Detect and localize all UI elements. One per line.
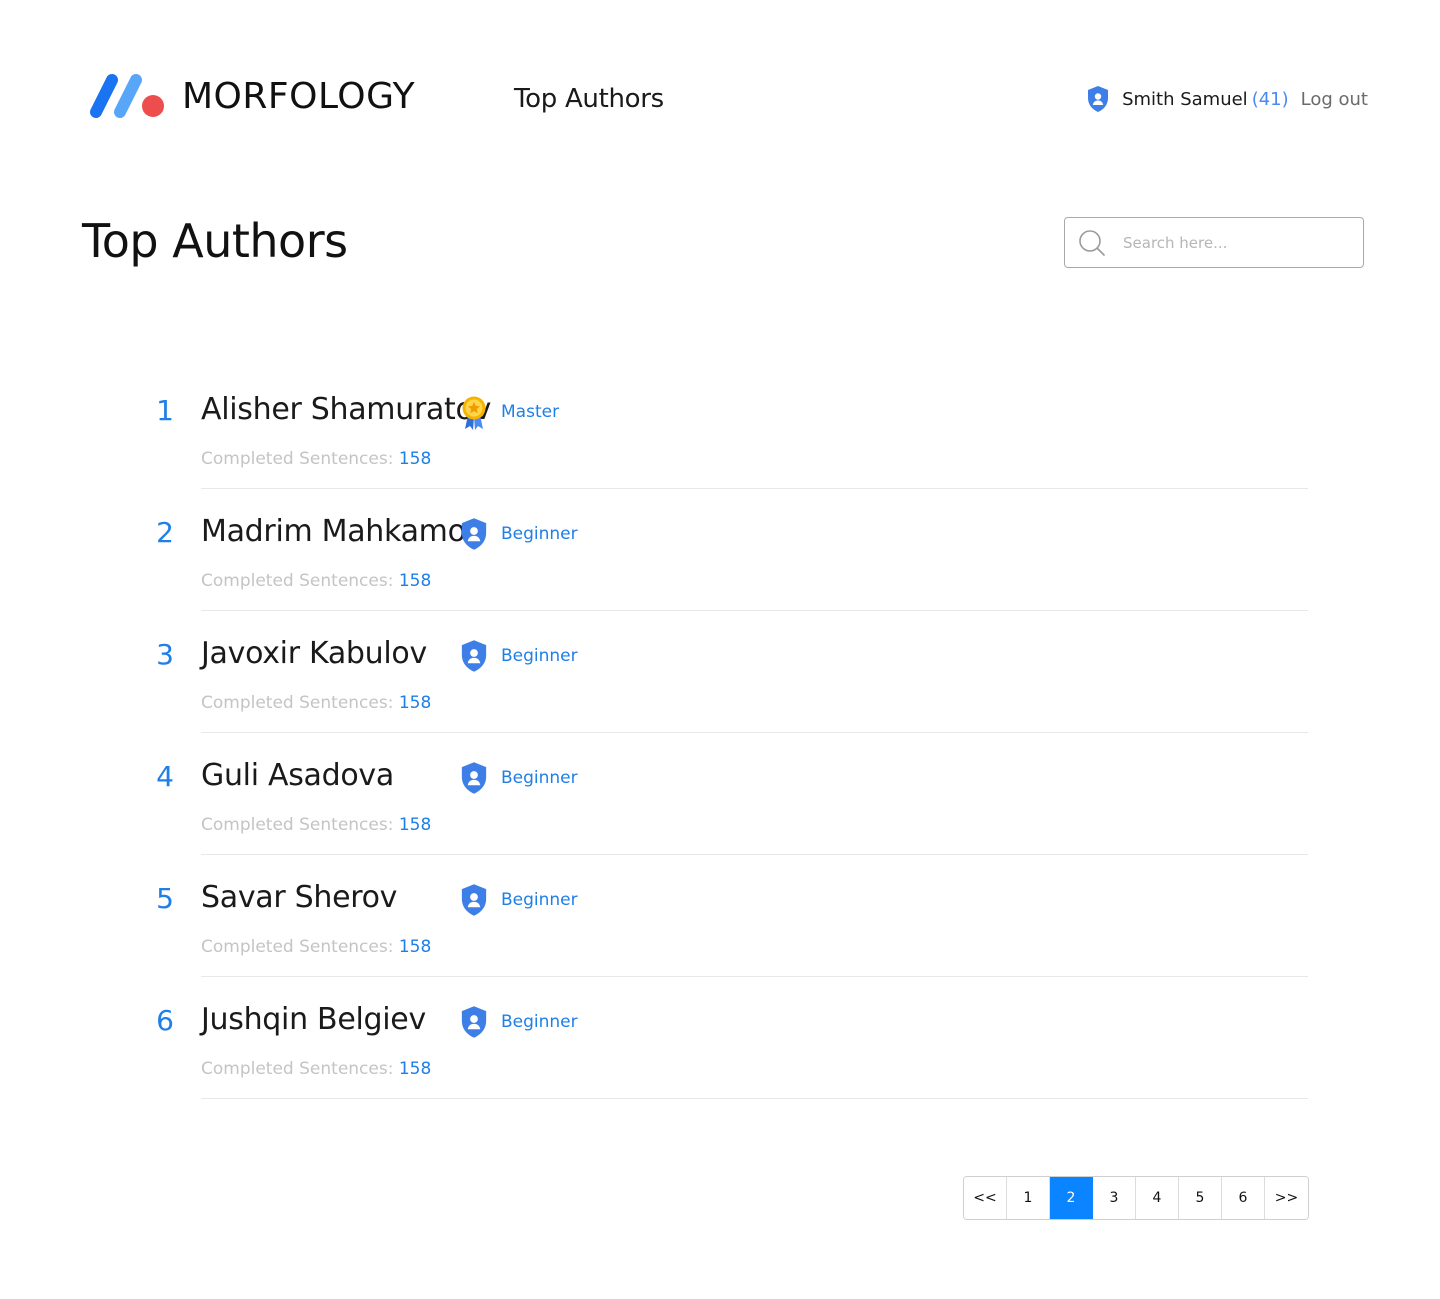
author-row[interactable]: 4 Guli Asadova Beginner Completed Sentences…: [0, 746, 1440, 868]
author-level-badge: Beginner: [501, 1012, 578, 1032]
stat-label: Completed Sentences:: [201, 937, 394, 957]
author-row[interactable]: 3 Javoxir Kabulov Beginner Completed Senten…: [0, 624, 1440, 746]
pagination-page-6[interactable]: 6: [1222, 1177, 1265, 1219]
row-divider: [201, 488, 1308, 489]
stat-label: Completed Sentences:: [201, 693, 394, 713]
search-box[interactable]: [1064, 217, 1364, 268]
stat-label: Completed Sentences:: [201, 571, 394, 591]
search-input[interactable]: [1123, 233, 1343, 252]
completed-sentences: Completed Sentences: 158: [201, 449, 431, 469]
author-row[interactable]: 1 Alisher Shamuratov Master Completed Sente…: [0, 380, 1440, 502]
author-level-badge: Beginner: [501, 768, 578, 788]
author-rank: 6: [156, 1004, 174, 1037]
shield-user-icon: [459, 639, 489, 673]
user-name[interactable]: Smith Samuel: [1122, 89, 1248, 110]
authors-list: 1 Alisher Shamuratov Master Completed Sente…: [0, 380, 1440, 1112]
author-row[interactable]: 6 Jushqin Belgiev Beginner Completed Senten…: [0, 990, 1440, 1112]
author-name[interactable]: Madrim Mahkamov: [201, 514, 483, 549]
author-level-badge: Beginner: [501, 646, 578, 666]
medal-icon: [459, 395, 489, 431]
brand-name: MORFOLOGY: [182, 75, 416, 117]
shield-user-icon: [459, 761, 489, 795]
row-divider: [201, 976, 1308, 977]
stat-value: 158: [398, 1059, 432, 1079]
stat-value: 158: [398, 571, 432, 591]
shield-user-icon: [459, 517, 489, 551]
author-level-badge: Master: [501, 402, 560, 422]
completed-sentences: Completed Sentences: 158: [201, 937, 431, 957]
author-name[interactable]: Guli Asadova: [201, 758, 394, 793]
stat-value: 158: [398, 937, 432, 957]
author-name[interactable]: Alisher Shamuratov: [201, 392, 491, 427]
row-divider: [201, 1098, 1308, 1099]
stat-value: 158: [398, 815, 432, 835]
pagination-page-1[interactable]: 1: [1007, 1177, 1050, 1219]
stat-label: Completed Sentences:: [201, 815, 394, 835]
shield-user-icon: [459, 1005, 489, 1039]
brand-logo[interactable]: MORFOLOGY: [88, 72, 415, 120]
stat-label: Completed Sentences:: [201, 449, 394, 469]
author-rank: 5: [156, 882, 174, 915]
user-score: (41): [1251, 88, 1289, 110]
author-name[interactable]: Savar Sherov: [201, 880, 397, 915]
author-level-badge: Beginner: [501, 890, 578, 910]
pagination: << 1 2 3 4 5 6 >>: [963, 1176, 1309, 1220]
pagination-prev-button[interactable]: <<: [964, 1177, 1007, 1219]
completed-sentences: Completed Sentences: 158: [201, 1059, 431, 1079]
pagination-page-2[interactable]: 2: [1050, 1177, 1093, 1219]
completed-sentences: Completed Sentences: 158: [201, 571, 431, 591]
row-divider: [201, 854, 1308, 855]
nav-top-authors[interactable]: Top Authors: [514, 84, 664, 114]
author-row[interactable]: 2 Madrim Mahkamov Beginner Completed Senten…: [0, 502, 1440, 624]
row-divider: [201, 610, 1308, 611]
user-area: Smith Samuel (41) Log out: [1086, 85, 1368, 113]
completed-sentences: Completed Sentences: 158: [201, 815, 431, 835]
page-title: Top Authors: [82, 214, 348, 268]
author-name[interactable]: Javoxir Kabulov: [201, 636, 427, 671]
author-name[interactable]: Jushqin Belgiev: [201, 1002, 426, 1037]
morfology-logo-icon: [90, 74, 164, 118]
author-rank: 4: [156, 760, 174, 793]
pagination-page-3[interactable]: 3: [1093, 1177, 1136, 1219]
author-rank: 1: [156, 394, 174, 427]
author-rank: 3: [156, 638, 174, 671]
author-row[interactable]: 5 Savar Sherov Beginner Completed Sentences…: [0, 868, 1440, 990]
stat-value: 158: [398, 693, 432, 713]
row-divider: [201, 732, 1308, 733]
author-rank: 2: [156, 516, 174, 549]
stat-label: Completed Sentences:: [201, 1059, 394, 1079]
logout-link[interactable]: Log out: [1301, 89, 1368, 110]
stat-value: 158: [398, 449, 432, 469]
pagination-page-4[interactable]: 4: [1136, 1177, 1179, 1219]
shield-user-icon: [1086, 85, 1110, 113]
author-level-badge: Beginner: [501, 524, 578, 544]
completed-sentences: Completed Sentences: 158: [201, 693, 431, 713]
pagination-page-5[interactable]: 5: [1179, 1177, 1222, 1219]
pagination-next-button[interactable]: >>: [1265, 1177, 1308, 1219]
shield-user-icon: [459, 883, 489, 917]
header: MORFOLOGY Top Authors Smith Samuel (41) …: [0, 0, 1440, 200]
search-icon: [1079, 229, 1105, 256]
